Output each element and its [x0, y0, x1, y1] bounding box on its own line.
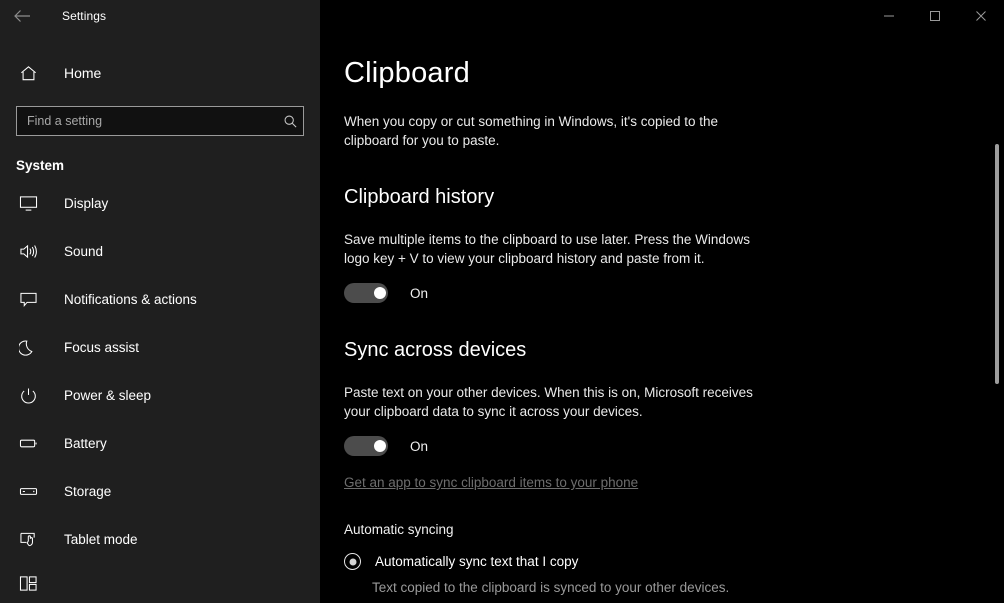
main-content: Clipboard When you copy or cut something…: [320, 32, 1004, 603]
sync-across-devices-toggle-row: On: [344, 436, 1004, 456]
sidebar-item-display[interactable]: Display: [0, 188, 320, 219]
search-input[interactable]: [17, 107, 277, 135]
automatic-sync-radio[interactable]: [344, 553, 361, 570]
automatic-sync-radio-row[interactable]: Automatically sync text that I copy: [344, 553, 1004, 570]
minimize-button[interactable]: [866, 0, 912, 32]
sidebar-nav-list: Display Sound Notifications & actions Fo…: [0, 188, 320, 594]
sidebar-item-home[interactable]: Home: [0, 53, 320, 93]
sidebar-label: Sound: [64, 244, 104, 259]
get-app-link[interactable]: Get an app to sync clipboard items to yo…: [344, 475, 1004, 490]
moon-icon: [16, 337, 40, 359]
sync-across-devices-toggle-state: On: [410, 438, 429, 454]
radio-dot: [349, 558, 356, 565]
back-button[interactable]: [0, 0, 44, 32]
toggle-knob: [374, 287, 386, 299]
window-controls: [320, 0, 1004, 32]
sidebar-label: Notifications & actions: [64, 292, 197, 307]
sidebar-item-notifications-and-actions[interactable]: Notifications & actions: [0, 284, 320, 315]
sidebar-item-sound[interactable]: Sound: [0, 236, 320, 267]
power-icon: [16, 385, 40, 407]
sidebar-item-partial[interactable]: [0, 572, 320, 594]
sync-across-devices-heading: Sync across devices: [344, 339, 527, 361]
sync-across-devices-toggle[interactable]: [344, 436, 388, 456]
sidebar-label: Power & sleep: [64, 388, 152, 403]
sidebar-item-focus-assist[interactable]: Focus assist: [0, 332, 320, 363]
sidebar-label: Battery: [64, 436, 107, 451]
sidebar-item-battery[interactable]: Battery: [0, 428, 320, 459]
sync-across-devices-description: Paste text on your other devices. When t…: [344, 385, 753, 419]
sidebar-section-label: System: [16, 158, 65, 173]
title-bar-left: Settings: [0, 0, 320, 32]
clipboard-history-toggle-row: On: [344, 283, 1004, 303]
settings-window: Settings Home Find a setting System Disp…: [0, 0, 1004, 603]
battery-icon: [16, 433, 40, 455]
scrollbar-thumb[interactable]: [995, 144, 999, 384]
monitor-icon: [16, 193, 40, 215]
page-title: Clipboard: [344, 57, 470, 89]
clipboard-history-toggle[interactable]: [344, 283, 388, 303]
automatic-sync-radio-description: Text copied to the clipboard is synced t…: [372, 580, 730, 595]
sidebar: Home System Display: [0, 0, 320, 603]
tablet-icon: [16, 529, 40, 551]
automatic-syncing-heading: Automatic syncing: [344, 522, 454, 537]
sidebar-label: Tablet mode: [64, 532, 138, 547]
sidebar-label: Focus assist: [64, 340, 140, 355]
storage-icon: [16, 481, 40, 503]
clipboard-history-toggle-state: On: [410, 285, 429, 301]
automatic-sync-radio-label: Automatically sync text that I copy: [375, 554, 579, 569]
sidebar-item-tablet-mode[interactable]: Tablet mode: [0, 524, 320, 555]
speaker-icon: [16, 241, 40, 263]
sidebar-item-storage[interactable]: Storage: [0, 476, 320, 507]
sidebar-home-label: Home: [64, 65, 102, 81]
scrollbar-track[interactable]: [990, 32, 1004, 603]
app-title: Settings: [62, 9, 107, 23]
clipboard-history-heading: Clipboard history: [344, 186, 495, 208]
maximize-button[interactable]: [912, 0, 958, 32]
page-description: When you copy or cut something in Window…: [344, 114, 719, 148]
close-button[interactable]: [958, 0, 1004, 32]
title-bar: Settings: [0, 0, 1004, 32]
home-icon: [16, 61, 40, 85]
search-icon[interactable]: [277, 114, 303, 129]
toggle-knob: [374, 440, 386, 452]
clipboard-history-description: Save multiple items to the clipboard to …: [344, 232, 750, 266]
notification-icon: [16, 289, 40, 311]
sidebar-label: Display: [64, 196, 109, 211]
sidebar-label: Storage: [64, 484, 112, 499]
multitasking-icon: [16, 572, 40, 594]
sidebar-item-power-and-sleep[interactable]: Power & sleep: [0, 380, 320, 411]
search-box[interactable]: [16, 106, 304, 136]
